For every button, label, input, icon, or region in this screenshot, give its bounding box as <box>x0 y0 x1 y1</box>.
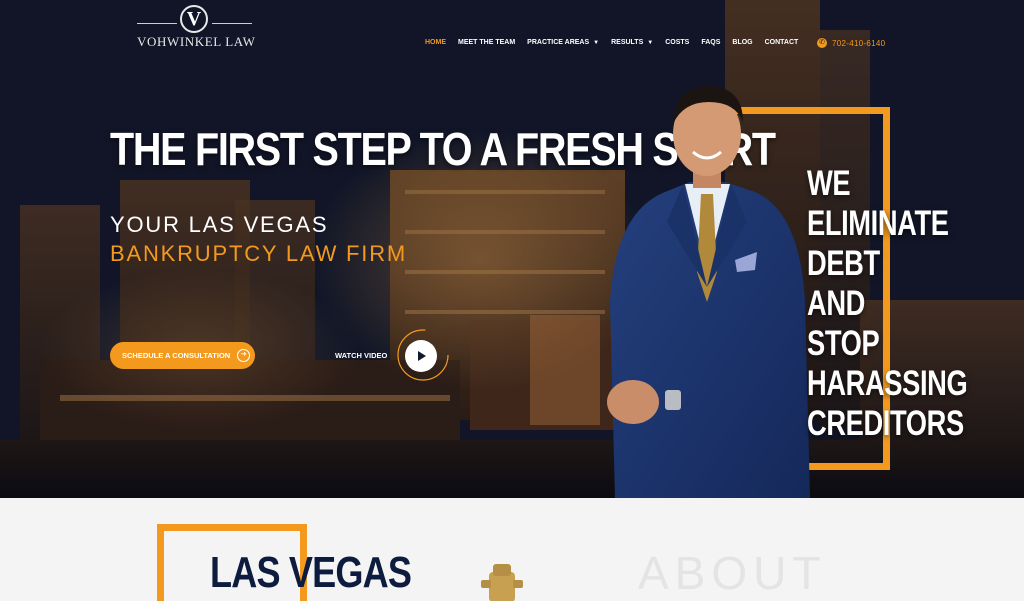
arrow-right-circle-icon: ➜ <box>237 349 251 362</box>
brand-logo[interactable]: V VOHWINKEL LAW <box>137 5 256 49</box>
hero-subheading-line2: BANKRUPTCY LAW FIRM <box>110 241 408 266</box>
tagline-line: STOP <box>807 324 880 363</box>
nav-item-results[interactable]: RESULTS ▼ <box>611 37 653 49</box>
hero-subheading-line1: YOUR LAS VEGAS <box>110 212 329 237</box>
tagline-line: DEBT <box>807 244 880 283</box>
nav-item-label: BLOG <box>732 39 753 46</box>
nav-item-label: CONTACT <box>764 39 799 46</box>
logo-rule-left <box>137 23 177 24</box>
brand-name: VOHWINKEL LAW <box>137 34 256 49</box>
watch-video-play-button[interactable] <box>405 340 437 372</box>
nav-item-blog[interactable]: BLOG <box>732 37 752 49</box>
tagline-line: AND <box>807 284 865 323</box>
main-nav: HOME MEET THE TEAM PRACTICE AREAS ▼ RESUL… <box>425 37 798 49</box>
nav-item-costs[interactable]: COSTS <box>665 37 689 49</box>
nav-item-label: PRACTICE AREAS <box>527 39 590 46</box>
chevron-down-icon: ▼ <box>593 40 600 46</box>
phone-number: 702-410-6140 <box>832 38 886 48</box>
tagline-line: CREDITORS <box>807 404 964 443</box>
nav-item-meet-the-team[interactable]: MEET THE TEAM <box>458 37 515 49</box>
chevron-down-icon: ▼ <box>647 40 654 46</box>
tagline-line: WE <box>807 164 851 203</box>
nav-item-faqs[interactable]: FAQS <box>701 37 720 49</box>
nav-item-practice-areas[interactable]: PRACTICE AREAS ▼ <box>527 37 599 49</box>
about-heading: ABOUT <box>638 547 827 599</box>
nav-item-label: HOME <box>425 39 446 46</box>
lower-section: LAS VEGAS ABOUT <box>0 498 1024 601</box>
watch-video-label[interactable]: WATCH VIDEO <box>335 351 387 360</box>
las-vegas-heading: LAS VEGAS <box>210 548 412 597</box>
nav-item-label: COSTS <box>665 39 690 46</box>
hero-section: V VOHWINKEL LAW HOME MEET THE TEAM PRACT… <box>0 0 1024 498</box>
phone-icon: ✆ <box>817 38 827 48</box>
play-icon <box>418 351 426 361</box>
tagline-line: ELIMINATE <box>807 204 949 243</box>
tagline-line: HARASSING <box>807 364 968 403</box>
nav-item-label: FAQS <box>701 39 721 46</box>
nav-item-label: RESULTS <box>611 39 644 46</box>
cta-label: SCHEDULE A CONSULTATION <box>122 351 231 360</box>
schedule-consultation-button[interactable]: SCHEDULE A CONSULTATION ➜ <box>110 342 255 369</box>
logo-rule-right <box>212 23 252 24</box>
logo-monogram: V <box>180 5 208 33</box>
attorney-portrait <box>607 86 810 498</box>
hero-tagline: WE ELIMINATE DEBT AND STOP HARASSING CRE… <box>807 164 968 444</box>
phone-link[interactable]: ✆ 702-410-6140 <box>817 37 885 49</box>
trophy-image <box>481 564 523 601</box>
nav-item-label: MEET THE TEAM <box>458 39 516 46</box>
nav-item-home[interactable]: HOME <box>425 37 446 49</box>
nav-item-contact[interactable]: CONTACT <box>765 37 799 49</box>
